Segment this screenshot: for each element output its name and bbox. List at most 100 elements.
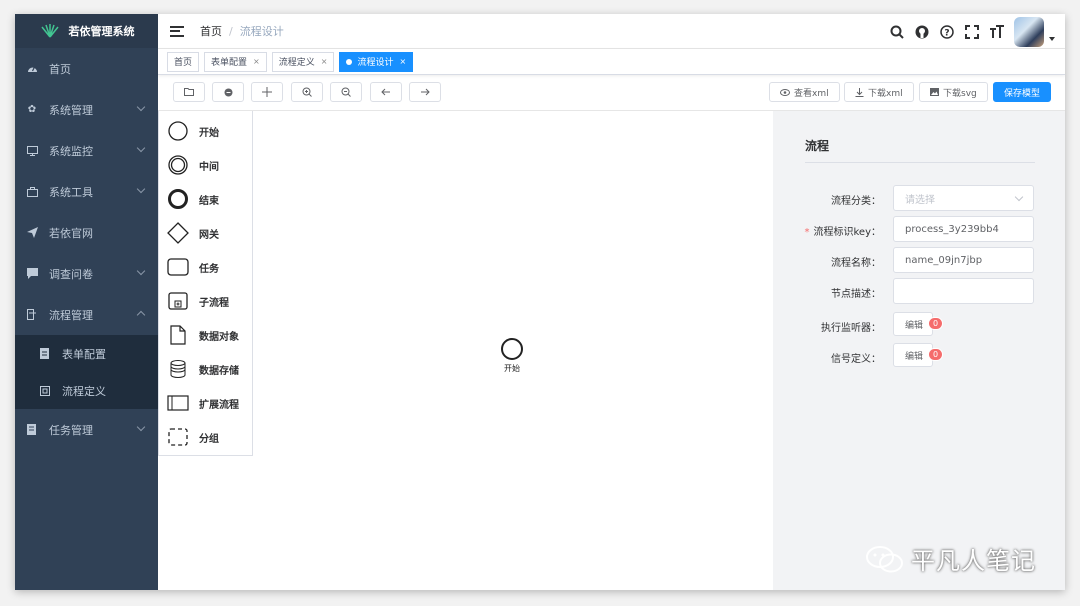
chevron-down-icon: [136, 102, 146, 112]
monitor-icon: [26, 145, 38, 157]
palette-item-end[interactable]: 结束: [167, 187, 219, 211]
palette-label: 结束: [199, 195, 219, 207]
process-name-input[interactable]: name_09jn7jbp: [893, 247, 1034, 273]
palette-label: 网关: [199, 229, 219, 241]
signal-edit-button[interactable]: 编辑: [893, 343, 933, 367]
sidebar-item-form-config[interactable]: 表单配置: [15, 335, 158, 372]
caret-down-icon[interactable]: [1049, 36, 1055, 41]
sidebar-item-label: 调查问卷: [49, 267, 93, 281]
open-file-button[interactable]: [173, 82, 205, 102]
active-dot-icon: [346, 58, 353, 65]
wechat-icon: [866, 545, 903, 572]
sidebar-item-label: 系统管理: [49, 103, 93, 117]
breadcrumb-home[interactable]: 首页: [200, 23, 222, 39]
tag-process-design[interactable]: 流程设计 ×: [339, 51, 414, 72]
bpmn-palette: 开始 中间 结束 网关 任务 子流程 数据对象 数据存储 扩展流程 分组: [158, 111, 253, 456]
reset-button[interactable]: [212, 82, 244, 102]
arrow-right-icon: [421, 88, 430, 96]
eye-icon: [780, 88, 790, 96]
intermediate-event-icon: [167, 154, 189, 176]
close-icon[interactable]: ×: [321, 57, 328, 66]
definition-icon: [40, 385, 50, 396]
chevron-down-icon: [136, 266, 146, 276]
fullscreen-icon[interactable]: [964, 24, 980, 40]
input-value: process_3y239bb4: [905, 223, 999, 235]
subprocess-icon: [167, 290, 189, 312]
zoom-in-icon: [302, 87, 312, 97]
github-icon[interactable]: [914, 24, 930, 40]
tag-home[interactable]: 首页: [167, 51, 200, 72]
svg-text:?: ?: [944, 28, 949, 38]
sidebar-item-system-management[interactable]: ✿ 系统管理: [15, 89, 158, 130]
form-icon: [40, 348, 50, 359]
palette-label: 子流程: [199, 297, 229, 309]
hamburger-icon[interactable]: [170, 25, 184, 37]
data-object-icon: [167, 324, 189, 346]
redo-button[interactable]: [409, 82, 441, 102]
zoom-out-icon: [341, 87, 351, 97]
sidebar-item-survey[interactable]: 调查问卷: [15, 253, 158, 294]
sidebar-item-system-tools[interactable]: 系统工具: [15, 171, 158, 212]
palette-label: 任务: [199, 263, 219, 275]
sidebar-item-process-definition[interactable]: 流程定义: [15, 372, 158, 409]
sidebar-item-process-management[interactable]: 流程管理: [15, 294, 158, 335]
chevron-down-icon: [136, 184, 146, 194]
avatar[interactable]: [1014, 16, 1044, 47]
sidebar-item-label: 流程管理: [49, 308, 93, 322]
palette-item-pool[interactable]: 扩展流程: [167, 391, 239, 415]
bpmn-canvas[interactable]: 开始: [253, 111, 773, 590]
sidebar-item-label: 流程定义: [62, 384, 106, 398]
view-xml-button[interactable]: 查看xml: [769, 82, 840, 102]
arrow-left-icon: [381, 88, 390, 96]
tags-view: 首页 表单配置 × 流程定义 × 流程设计 ×: [158, 49, 1065, 75]
undo-button[interactable]: [370, 82, 402, 102]
breadcrumb-separator: /: [229, 24, 233, 38]
help-icon[interactable]: ?: [939, 24, 955, 40]
close-icon[interactable]: ×: [399, 57, 406, 66]
zoom-out-button[interactable]: [330, 82, 362, 102]
sidebar-item-home[interactable]: 首页: [15, 48, 158, 89]
breadcrumb: 首页 / 流程设计: [200, 23, 284, 39]
start-event-node[interactable]: [501, 338, 523, 360]
required-marker: *: [804, 227, 810, 238]
sidebar-item-system-monitor[interactable]: 系统监控: [15, 130, 158, 171]
tag-label: 流程定义: [278, 58, 315, 68]
tag-process-definition[interactable]: 流程定义 ×: [271, 51, 335, 72]
chevron-down-icon: [136, 143, 146, 153]
listener-edit-button[interactable]: 编辑: [893, 312, 933, 336]
palette-item-gateway[interactable]: 网关: [167, 221, 219, 245]
sidebar-item-ruoyi-site[interactable]: 若依官网: [15, 212, 158, 253]
download-xml-button[interactable]: 下载xml: [844, 82, 914, 102]
tag-form-config[interactable]: 表单配置 ×: [204, 51, 267, 72]
tag-label: 表单配置: [211, 58, 248, 68]
image-icon: [930, 88, 939, 96]
palette-item-intermediate[interactable]: 中间: [167, 153, 219, 177]
palette-item-group[interactable]: 分组: [167, 425, 219, 449]
close-icon[interactable]: ×: [253, 57, 260, 66]
palette-item-data-store[interactable]: 数据存储: [167, 357, 239, 381]
download-svg-button[interactable]: 下载svg: [919, 82, 988, 102]
field-label: 节点描述：: [831, 289, 881, 300]
zoom-in-button[interactable]: [291, 82, 323, 102]
field-signal-definition: 信号定义： 编辑 0: [773, 343, 1065, 369]
sidebar-item-task-management[interactable]: 任务管理: [15, 409, 158, 450]
message-icon: [26, 268, 38, 280]
group-icon: [167, 426, 189, 448]
palette-item-subprocess[interactable]: 子流程: [167, 289, 229, 313]
field-node-description: 节点描述：: [773, 278, 1065, 304]
category-select[interactable]: 请选择: [893, 185, 1034, 211]
move-icon: [262, 87, 272, 97]
save-model-button[interactable]: 保存模型: [993, 82, 1052, 102]
font-size-icon[interactable]: [989, 24, 1005, 40]
chevron-down-icon: [136, 422, 146, 432]
node-description-input[interactable]: [893, 278, 1034, 304]
search-icon[interactable]: [889, 24, 905, 40]
process-key-input[interactable]: process_3y239bb4: [893, 216, 1034, 242]
palette-item-task[interactable]: 任务: [167, 255, 219, 279]
palette-item-start[interactable]: 开始: [167, 119, 219, 143]
palette-item-data-object[interactable]: 数据对象: [167, 323, 239, 347]
save-model-label: 保存模型: [1004, 88, 1041, 99]
logo[interactable]: 若依管理系统: [15, 14, 158, 48]
field-label: 流程名称：: [831, 258, 881, 269]
fit-view-button[interactable]: [251, 82, 283, 102]
